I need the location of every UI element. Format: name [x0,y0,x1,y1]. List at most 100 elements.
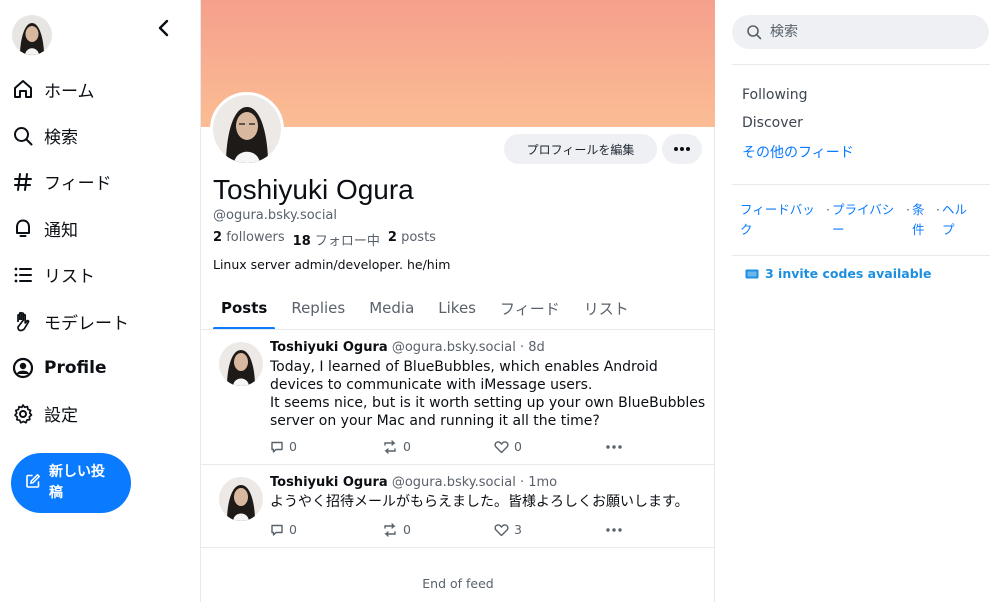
nav-item-home[interactable]: ホーム [12,66,192,112]
nav-item-feeds[interactable]: フィード [12,159,192,205]
search-icon [747,25,762,40]
divider [732,64,990,65]
followers-stat[interactable]: 2 followers [213,230,285,249]
profile-banner[interactable] [201,0,715,127]
edit-profile-button[interactable]: プロフィールを編集 [504,134,657,164]
user-icon [12,357,34,379]
post-author-name[interactable]: Toshiyuki Ogura [270,475,388,490]
repost-button[interactable]: 0 [382,522,494,537]
reply-icon [271,441,283,453]
like-count: 0 [514,439,522,454]
end-of-feed: End of feed [422,576,494,591]
main-nav: ホーム 検索 フィード 通知 リスト モデレート Profile 設定 [12,66,192,437]
repost-icon [384,522,396,537]
left-sidebar: ホーム 検索 フィード 通知 リスト モデレート Profile 設定 新しい投… [0,0,200,602]
search-input[interactable] [770,24,970,40]
following-count: 18 [292,234,311,249]
followers-label: followers [226,230,285,245]
nav-item-label: Profile [44,357,107,378]
repost-button[interactable]: 0 [382,439,494,454]
privacy-link[interactable]: プライバシー [832,200,900,240]
profile-display-name: Toshiyuki Ogura [213,174,414,205]
tab-posts[interactable]: Posts [213,286,276,330]
like-count: 3 [514,522,522,537]
feed-link-following[interactable]: Following [742,86,854,114]
nav-item-notifications[interactable]: 通知 [12,205,192,251]
post-timestamp[interactable]: · 8d [520,340,545,355]
post-text: Today, I learned of BlueBubbles, which e… [270,358,710,430]
post-avatar[interactable] [219,342,263,386]
like-button[interactable]: 0 [494,439,606,454]
profile-avatar-image [213,95,281,163]
post-actions: 0 0 0 [270,439,718,454]
post-text: ようやく招待メールがもらえました。皆様よろしくお願いします。 [270,493,710,511]
ticket-icon [745,269,759,278]
nav-item-lists[interactable]: リスト [12,252,192,298]
nav-item-search[interactable]: 検索 [12,112,192,158]
more-icon [606,444,622,449]
new-post-label: 新しい投稿 [49,464,105,501]
nav-item-label: モデレート [44,313,129,334]
tab-media[interactable]: Media [361,286,422,330]
feed-post[interactable]: Toshiyuki Ogura @ogura.bsky.social · 8d … [201,330,715,465]
right-sidebar: Following Discover その他のフィード フィードバック · プライ… [715,0,1000,602]
post-text-line: Today, I learned of BlueBubbles, which e… [270,359,658,393]
feed-link-discover[interactable]: Discover [742,114,854,142]
terms-link[interactable]: 条件 [912,200,930,240]
repost-count: 0 [403,522,411,537]
separator-dot: · [905,202,910,217]
post-avatar[interactable] [219,477,263,521]
collapse-sidebar-button[interactable] [152,16,176,40]
nav-item-moderation[interactable]: モデレート [12,298,192,344]
search-bar[interactable] [732,15,989,49]
heart-icon [494,440,509,453]
bell-icon [12,217,34,239]
post-avatar-image [219,477,263,521]
avatar[interactable] [12,15,52,55]
profile-main: プロフィールを編集 Toshiyuki Ogura @ogura.bsky.so… [200,0,715,602]
like-button[interactable]: 3 [494,522,606,537]
more-feeds-link[interactable]: その他のフィード [742,144,854,172]
tab-likes[interactable]: Likes [430,286,484,330]
invite-codes-link[interactable]: 3 invite codes available [745,266,931,281]
feedback-link[interactable]: フィードバック [740,200,820,240]
posts-count: 2 [387,230,397,245]
tab-feeds[interactable]: フィード [492,286,568,330]
nav-item-settings[interactable]: 設定 [12,391,192,437]
followers-count: 2 [213,230,223,245]
post-header: Toshiyuki Ogura @ogura.bsky.social · 1mo [270,475,557,490]
repost-count: 0 [403,439,411,454]
post-author-name[interactable]: Toshiyuki Ogura [270,340,388,355]
chevron-left-icon [158,19,169,37]
tab-replies[interactable]: Replies [283,286,353,330]
nav-item-label: 検索 [44,128,78,149]
reply-button[interactable]: 0 [270,522,382,537]
more-icon [674,147,690,151]
tab-lists[interactable]: リスト [576,286,637,330]
separator-dot: · [935,202,940,217]
post-timestamp[interactable]: · 1mo [520,475,557,490]
post-author-handle[interactable]: @ogura.bsky.social [392,475,516,490]
profile-avatar[interactable] [210,92,284,166]
new-post-button[interactable]: 新しい投稿 [11,453,131,513]
help-link[interactable]: ヘルプ [942,200,970,240]
search-icon [12,125,34,147]
post-author-handle[interactable]: @ogura.bsky.social [392,340,516,355]
profile-handle: @ogura.bsky.social [213,208,338,223]
post-more-button[interactable] [606,444,718,449]
nav-item-label: ホーム [44,81,95,102]
reply-count: 0 [289,522,297,537]
invite-codes-label: 3 invite codes available [765,266,932,281]
more-options-button[interactable] [662,134,702,164]
reply-button[interactable]: 0 [270,439,382,454]
post-avatar-image [219,342,263,386]
post-text-line: It seems nice, but is it worth setting u… [270,395,706,429]
nav-item-profile[interactable]: Profile [12,344,192,390]
reply-count: 0 [289,439,297,454]
repost-icon [384,439,396,454]
post-more-button[interactable] [606,527,718,532]
footer-links: フィードバック · プライバシー · 条件 · ヘルプ [740,200,970,240]
following-stat[interactable]: 18 フォロー中 [293,230,380,249]
posts-label: posts [401,230,436,245]
feed-post[interactable]: Toshiyuki Ogura @ogura.bsky.social · 1mo… [201,465,715,548]
